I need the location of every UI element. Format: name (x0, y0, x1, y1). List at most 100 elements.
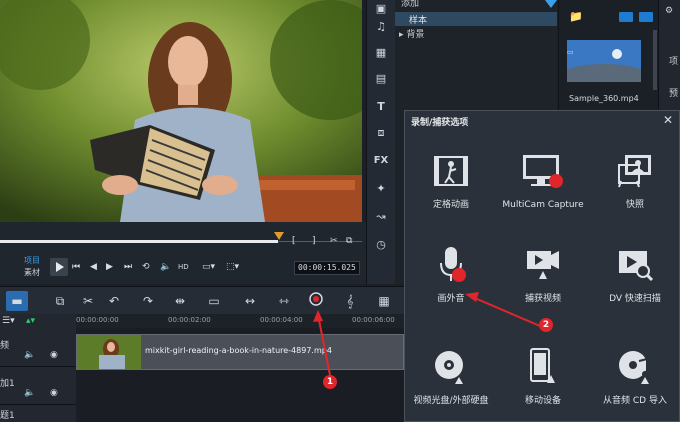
trim-icon[interactable]: ⇿ (274, 291, 294, 311)
timeline-ruler[interactable]: 00:00:00:00 00:00:02:00 00:00:04:00 00:0… (76, 314, 404, 328)
ruler-tick-2: 00:00:04:00 (260, 316, 303, 324)
annotation-badge-1: 1 (323, 375, 337, 389)
hd-preview-icon[interactable]: HD (178, 260, 189, 274)
overlay-visibility-icon[interactable]: ◉ (50, 388, 58, 398)
undo-icon[interactable]: ↶ (104, 291, 124, 311)
mark-out-icon[interactable]: ] (312, 234, 316, 248)
overlay-mute-icon[interactable]: 🔈 (24, 388, 35, 398)
next-frame-icon[interactable]: ▶ (106, 260, 113, 274)
player-controls: [ ] ✂ ⧉ 项目 素材 ⏮ ◀ ▶ ⏭ ⟲ 🔈 HD ▭▾ ⬚▾ 00:00… (0, 222, 366, 284)
option-label-voice-over: 画外音 (437, 294, 465, 304)
option-mobile-device[interactable]: 移动设备 (497, 339, 589, 407)
show-video-icon[interactable] (619, 12, 633, 22)
transition-icon[interactable]: ⧈ (367, 124, 395, 142)
mobile-device-icon (497, 339, 589, 395)
copy-icon[interactable]: ⧉ (346, 234, 352, 248)
video-clip[interactable]: mixkit-girl-reading-a-book-in-nature-489… (76, 334, 404, 370)
option-label-disc-drive: 视频光盘/外部硬盘 (413, 396, 489, 406)
scrub-bar-progress[interactable] (0, 240, 278, 243)
volume-icon[interactable]: 🔈 (160, 260, 171, 274)
timecode-display[interactable]: 00:00:15.025 (294, 261, 360, 275)
go-to-start-icon[interactable]: ⏮ (72, 260, 80, 274)
option-label-mobile-device: 移动设备 (524, 396, 561, 406)
instant-project-icon[interactable]: ▦ (367, 44, 395, 62)
thumbnail-type-icon: ▭ (567, 48, 574, 56)
ruler-tick-1: 00:00:02:00 (168, 316, 211, 324)
timeline-toolbar: ▬ ⧉ ✂ ↶ ↷ ⇹ ▭ ↔ ⇿ 𝄞 ▦ (0, 286, 404, 315)
option-label-snapshot: 快照 (625, 200, 644, 210)
option-voice-over[interactable]: 画外音 (405, 237, 497, 305)
add-folder-label[interactable]: 添加 (401, 0, 419, 9)
play-button[interactable] (50, 258, 68, 276)
stop-motion-icon (405, 143, 497, 199)
graphics-icon[interactable]: ✦ (367, 180, 395, 198)
option-snapshot[interactable]: 快照 (589, 143, 680, 211)
annotation-badge-2: 2 (539, 318, 553, 332)
options-label-project: 项 (669, 57, 679, 67)
template-icon[interactable]: ▤ (367, 70, 395, 88)
option-dv-scan[interactable]: DV 快速扫描 (589, 237, 680, 305)
track-add-icon[interactable]: ▴▾ (26, 316, 35, 326)
aspect-icon[interactable]: ▭ (204, 291, 224, 311)
close-icon[interactable]: ✕ (663, 113, 673, 127)
go-to-end-icon[interactable]: ⏭ (124, 260, 132, 274)
clip-thumbnail-image (77, 335, 141, 369)
library-item-background-label: 背景 (406, 30, 425, 40)
mode-clip-label[interactable]: 素材 (24, 267, 40, 278)
dv-scan-icon (589, 237, 680, 293)
timeline-tracks: mixkit-girl-reading-a-book-in-nature-489… (76, 328, 404, 422)
timeline-view-icon[interactable]: ▬ (6, 291, 28, 311)
option-label-multicam-capture: MultiCam Capture (502, 200, 584, 210)
thumbnail-image (567, 40, 641, 82)
add-remove-tracks-icon[interactable]: ⧉ (50, 291, 70, 311)
track-mute-icon[interactable]: 🔈 (24, 350, 35, 360)
zoom-fit-icon[interactable]: ↔ (240, 291, 260, 311)
mode-project-label[interactable]: 项目 (24, 255, 40, 266)
settings-gear-icon[interactable]: ⚙ (665, 6, 673, 16)
previous-frame-icon[interactable]: ◀ (90, 260, 97, 274)
record-capture-icon[interactable] (306, 291, 326, 311)
playhead-marker-icon[interactable] (274, 232, 284, 240)
option-capture-video[interactable]: 捕获视频 (497, 237, 589, 305)
import-folder-icon[interactable]: 📁 (569, 10, 583, 23)
library-item-sample[interactable]: 样本 (395, 12, 557, 26)
track-header-video: 频 🔈 ◉ (0, 332, 76, 367)
option-disc-drive[interactable]: 视频光盘/外部硬盘 (405, 339, 497, 407)
library-item-sample-label: 样本 (409, 16, 428, 26)
title-icon[interactable]: T (367, 98, 395, 116)
multitrim-icon[interactable]: ▦ (374, 291, 394, 311)
mark-in-icon[interactable]: [ (292, 234, 296, 248)
fx-filter-icon[interactable]: FX (367, 152, 395, 170)
option-audio-cd-import[interactable]: 从音频 CD 导入 (589, 339, 680, 407)
show-photo-icon[interactable] (639, 12, 653, 22)
speed-icon[interactable]: ◷ (367, 236, 395, 254)
record-capture-svg (309, 292, 323, 306)
media-icon[interactable]: ▣ (367, 0, 395, 18)
fit-project-icon[interactable]: ⇹ (170, 291, 190, 311)
audio-icon[interactable]: ♫ (367, 18, 395, 36)
multicam-monitor-icon (497, 143, 589, 199)
options-label-preview: 预 (669, 89, 679, 99)
library-item-background[interactable]: ▸ 背景 (399, 27, 424, 40)
track-menu-icon[interactable]: ☰▾ (2, 316, 15, 326)
library-category-bar: ▣ ♫ ▦ ▤ T ⧈ FX ✦ ↝ ◷ (366, 0, 396, 284)
sound-mixer-icon[interactable]: 𝄞 (340, 291, 360, 311)
repeat-icon[interactable]: ⟲ (142, 260, 150, 274)
dialog-title: 录制/捕获选项 (411, 118, 469, 128)
media-thumbnail-label: Sample_360.mp4 (569, 94, 639, 103)
ruler-tick-0: 00:00:00:00 (76, 316, 119, 324)
path-icon[interactable]: ↝ (367, 208, 395, 226)
collapse-arrow-icon[interactable] (545, 0, 557, 8)
tools-icon[interactable]: ✂ (78, 291, 98, 311)
option-multicam-capture[interactable]: MultiCam Capture (497, 143, 589, 211)
media-scrollbar[interactable] (653, 30, 657, 90)
disc-icon (405, 339, 497, 395)
track-visibility-icon[interactable]: ◉ (50, 350, 58, 360)
media-thumbnail-sample-360[interactable] (567, 40, 641, 82)
option-stop-motion[interactable]: 定格动画 (405, 143, 497, 211)
redo-icon[interactable]: ↷ (138, 291, 158, 311)
play-icon (56, 262, 64, 272)
split-clip-icon[interactable]: ✂ (330, 234, 338, 248)
crop-dropdown-icon[interactable]: ⬚▾ (226, 260, 239, 274)
aspect-ratio-icon[interactable]: ▭▾ (202, 260, 215, 274)
